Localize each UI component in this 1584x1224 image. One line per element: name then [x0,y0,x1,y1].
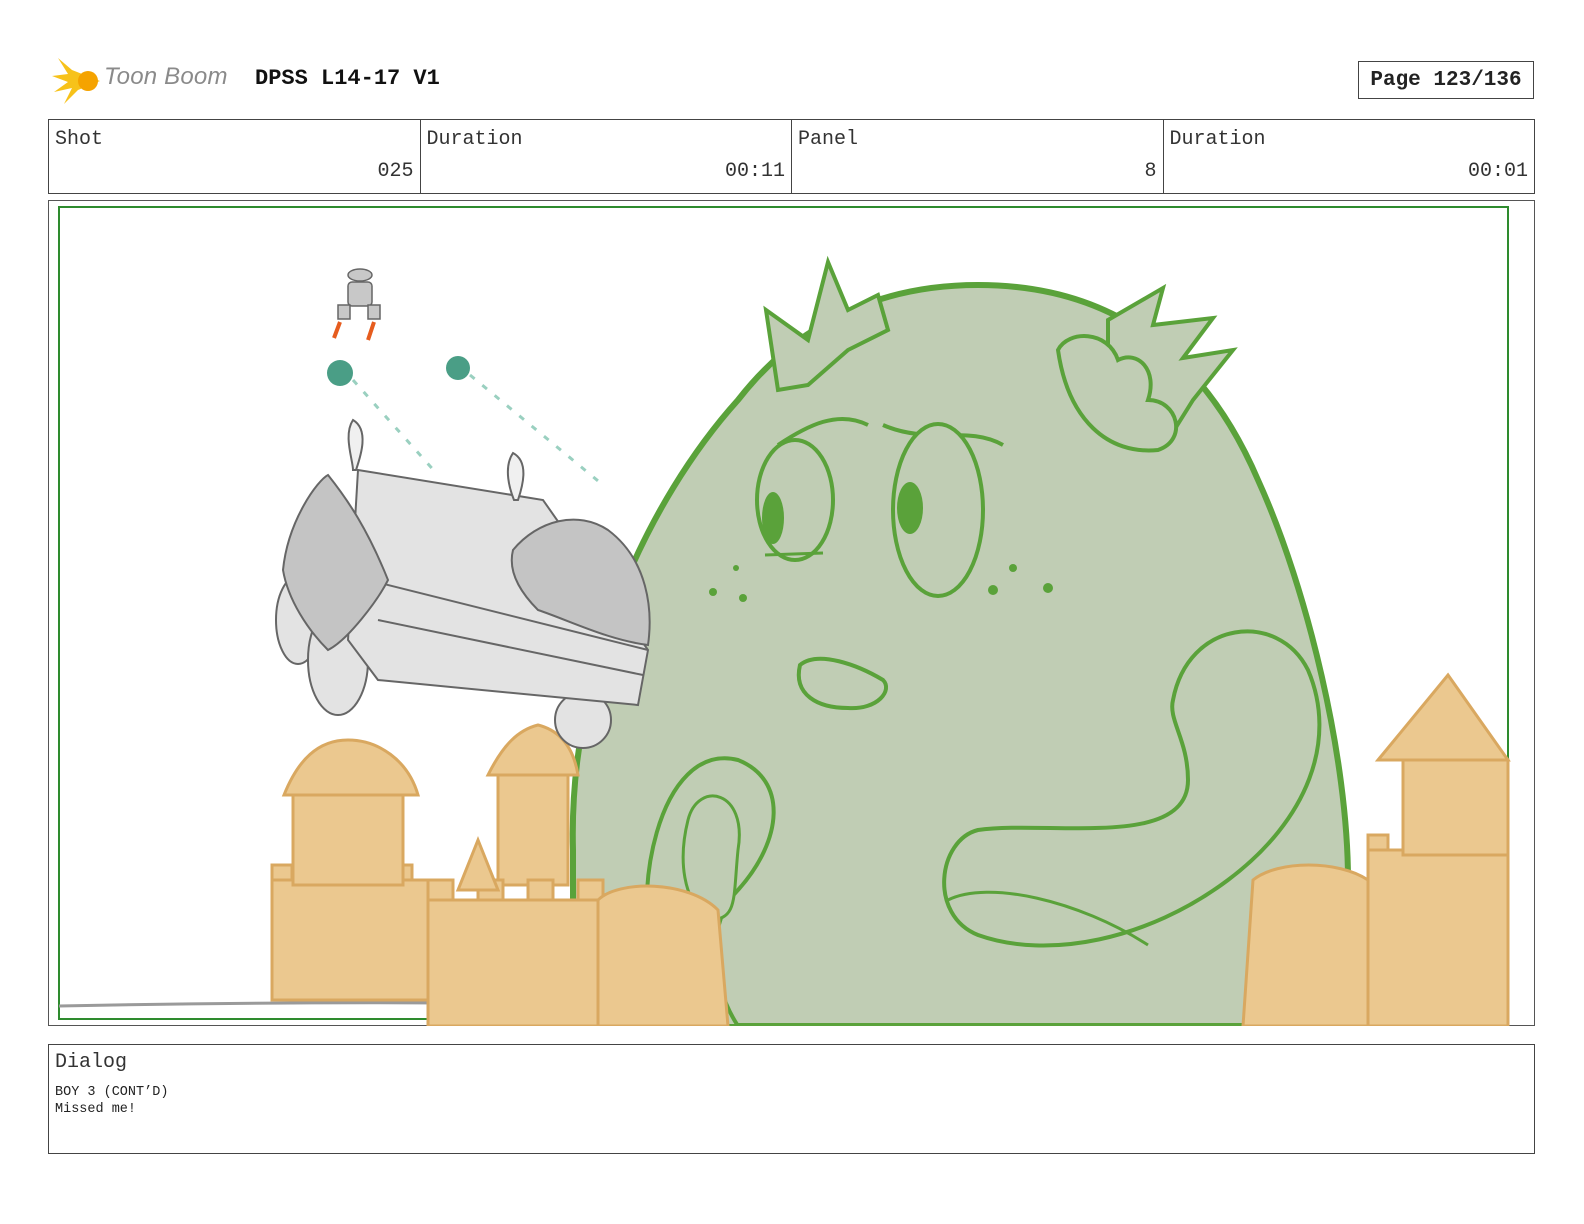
toon-boom-logo-icon [52,58,100,104]
dialog-line: Missed me! [55,1102,137,1117]
projectile-blobs [327,356,604,487]
shot-duration-cell: Duration 00:11 [421,120,792,193]
page-indicator: Page 123/136 [1358,61,1534,99]
document-title: DPSS L14-17 V1 [255,66,440,91]
panel-cell: Panel 8 [792,120,1164,193]
brand-name: Toon Boom [104,63,228,90]
shot-cell: Shot 025 [49,120,421,193]
jetpack-robot-illustration [332,268,381,341]
dialog-box: Dialog BOY 3 (CONT’D) Missed me! [48,1044,1535,1154]
sand-car-illustration [275,418,651,749]
panel-duration-cell: Duration 00:01 [1164,120,1535,193]
dialog-speaker: BOY 3 (CONT’D) [55,1085,169,1100]
shot-info-row: Shot 025 Duration 00:11 Panel 8 Duration… [48,119,1535,194]
shot-duration-value: 00:11 [724,160,785,183]
panel-duration-value: 00:01 [1467,160,1528,183]
panel-duration-label: Duration [1169,128,1266,151]
ground-line [58,1001,449,1008]
panel-label: Panel [798,128,859,151]
shot-duration-label: Duration [426,128,523,151]
shot-value: 025 [377,160,414,183]
dialog-label: Dialog [55,1051,128,1074]
shot-label: Shot [55,128,104,151]
storyboard-panel-art [58,206,1511,1026]
panel-value: 8 [1144,160,1157,183]
